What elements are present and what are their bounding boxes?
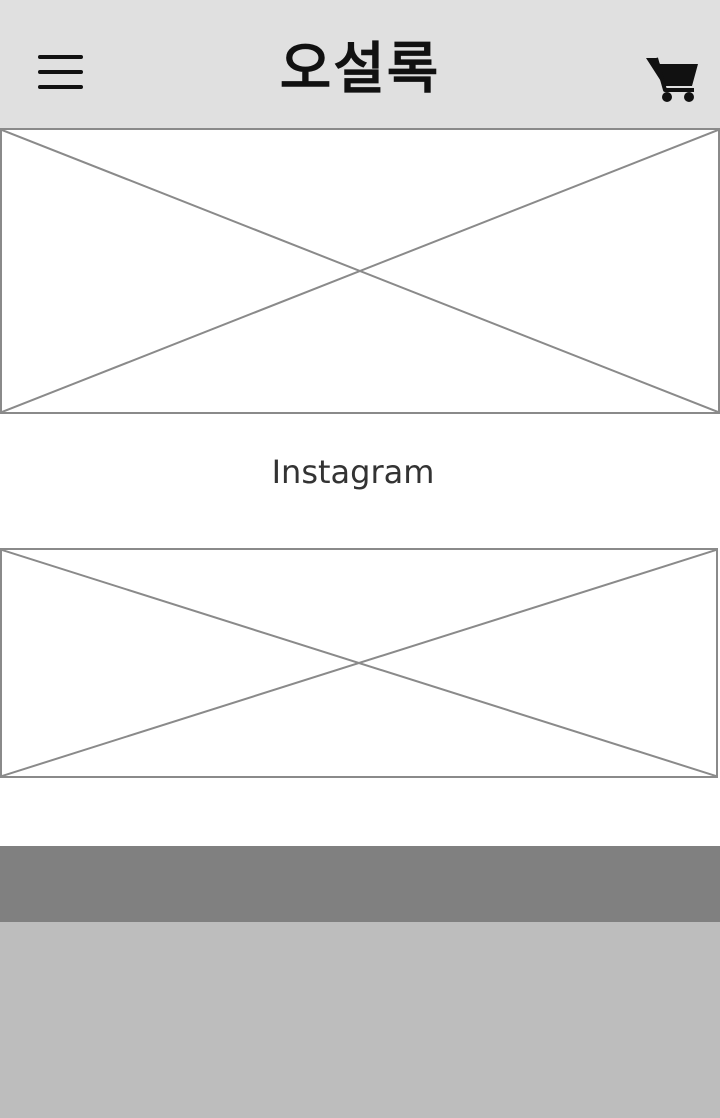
instagram-feed-image[interactable] xyxy=(0,548,718,778)
top-banner-image[interactable] xyxy=(0,128,720,414)
brand-logo[interactable]: 오설록 xyxy=(0,34,720,106)
shopping-cart-icon xyxy=(640,50,704,106)
image-placeholder-icon xyxy=(2,550,716,776)
section-title-instagram: Instagram xyxy=(271,453,435,491)
cart-button[interactable] xyxy=(640,50,704,106)
app-header: 오설록 xyxy=(0,0,720,128)
footer xyxy=(0,922,720,1118)
image-placeholder-icon xyxy=(2,130,718,412)
footer-bar xyxy=(0,846,720,922)
